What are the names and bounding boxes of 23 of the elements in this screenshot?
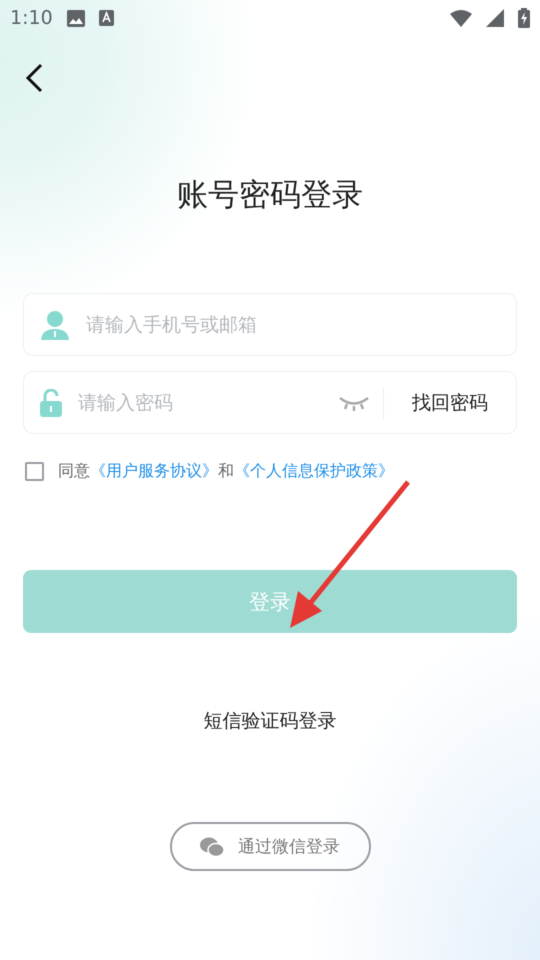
signal-icon bbox=[486, 9, 504, 27]
page-title: 账号密码登录 bbox=[176, 176, 364, 215]
password-input[interactable]: 请输入密码 bbox=[76, 390, 339, 414]
privacy-policy-link[interactable]: 《个人信息保护政策》 bbox=[234, 461, 394, 480]
recover-password-link[interactable]: 找回密码 bbox=[396, 390, 516, 416]
image-icon bbox=[66, 10, 85, 26]
chat-bubbles-icon bbox=[200, 836, 224, 856]
wechat-login-button[interactable]: 通过微信登录 bbox=[170, 822, 370, 871]
service-agreement-link[interactable]: 《用户服务协议》 bbox=[90, 461, 218, 480]
account-field[interactable]: 请输入手机号或邮箱 bbox=[23, 293, 517, 356]
wifi-icon bbox=[450, 9, 472, 27]
battery-icon bbox=[518, 8, 530, 28]
closed-eye-icon[interactable] bbox=[339, 394, 369, 410]
sms-login-link[interactable]: 短信验证码登录 bbox=[204, 708, 336, 734]
lock-icon bbox=[40, 388, 62, 416]
user-icon bbox=[40, 310, 70, 340]
status-time: 1:10 bbox=[10, 7, 53, 29]
text-notification-icon bbox=[98, 10, 114, 26]
agreement-text: 同意《用户服务协议》和《个人信息保护政策》 bbox=[58, 461, 394, 482]
back-icon bbox=[25, 63, 43, 93]
password-field[interactable]: 请输入密码 找回密码 bbox=[23, 371, 517, 434]
agreement-checkbox[interactable] bbox=[25, 462, 44, 481]
account-input[interactable]: 请输入手机号或邮箱 bbox=[84, 312, 516, 336]
